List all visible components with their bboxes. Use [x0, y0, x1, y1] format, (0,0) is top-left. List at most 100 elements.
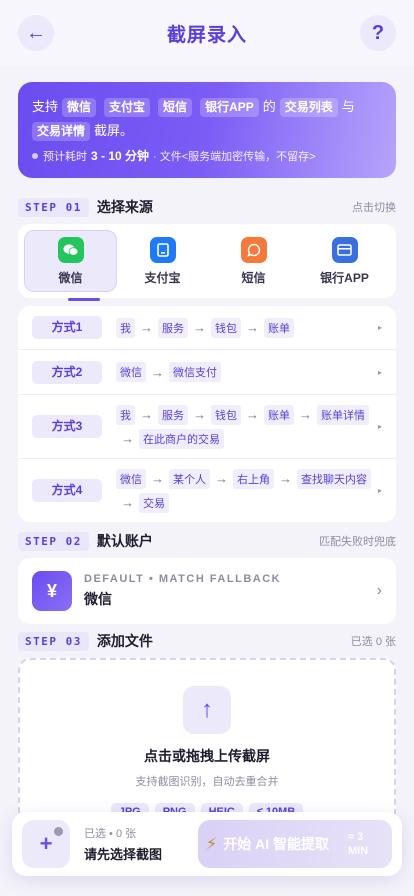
banner-text: 与 [341, 99, 355, 114]
chevron-right-icon: › [376, 582, 382, 599]
source-label: 短信 [241, 270, 266, 285]
start-label: 开始 AI 智能提取 [223, 836, 330, 852]
selection-hint: 请先选择截图 [84, 847, 163, 862]
path-step: 交易 [139, 492, 169, 513]
source-label: 支付宝 [144, 270, 181, 285]
upload-dropzone[interactable]: ↑ 点击或拖拽上传截屏 支持截图识别，自动去重合并 JPG PNG HEIC ≤… [18, 658, 396, 833]
help-button[interactable]: ? [359, 15, 396, 51]
alipay-icon [149, 236, 176, 263]
path-step: 账单 [264, 317, 294, 338]
path-step: 查找聊天内容 [297, 468, 371, 489]
path-step: 钱包 [211, 404, 241, 425]
method-path: 我 → 服务 → 钱包 → 账单 → 账单详情 → 在此商户的交易 [116, 404, 372, 449]
step-hint: 匹配失败时兜底 [319, 536, 396, 548]
arrow-right-icon: → [140, 407, 153, 422]
method-row[interactable]: 方式3 我 → 服务 → 钱包 → 账单 → 账单详情 → 在此商户的交易 ▸ [18, 395, 396, 459]
question-icon: ? [371, 21, 385, 44]
source-label: 银行APP [320, 270, 369, 285]
upload-arrow-icon: ↑ [183, 686, 231, 734]
method-path: 微信 → 微信支付 [116, 362, 372, 382]
source-bank-app[interactable]: 银行APP [299, 230, 390, 292]
step-tag: STEP 02 [18, 531, 89, 551]
method-tag: 方式3 [32, 415, 102, 438]
bank-card-icon [331, 236, 358, 263]
arrow-right-icon: → [246, 407, 259, 422]
status-dot [54, 827, 63, 836]
method-row[interactable]: 方式1 我 → 服务 → 钱包 → 账单 ▸ [18, 306, 396, 350]
plus-icon: + [39, 831, 53, 856]
eta-time: 3 - 10 分钟 [91, 149, 150, 163]
caret-right-icon: ▸ [377, 422, 382, 431]
source-alipay[interactable]: 支付宝 [117, 230, 208, 292]
bullet-icon [32, 152, 38, 159]
banner-chip: 支付宝 [104, 97, 151, 117]
add-screenshot-button[interactable]: + [22, 820, 70, 868]
caret-right-icon: ▸ [377, 323, 382, 332]
source-sms[interactable]: 短信 [208, 230, 299, 292]
eta-label: ≈ 3 MIN [348, 831, 369, 857]
source-selector: 微信 支付宝 短信 银行APP [18, 224, 396, 301]
wechat-icon [57, 236, 84, 263]
path-step: 微信支付 [169, 362, 221, 382]
start-extract-button[interactable]: ⚡ 开始 AI 智能提取 ≈ 3 MIN [198, 820, 392, 868]
method-path: 我 → 服务 → 钱包 → 账单 [116, 317, 372, 338]
app-header: ← 截屏录入 ? [0, 0, 414, 66]
banner-chip: 交易详情 [32, 121, 91, 141]
back-button[interactable]: ← [18, 15, 54, 51]
arrow-right-icon: → [193, 320, 206, 335]
default-account-card[interactable]: ¥ DEFAULT • MATCH FALLBACK 微信 › [18, 558, 396, 624]
arrow-right-icon: → [140, 320, 153, 335]
eta-prefix: 预计耗时 [43, 150, 87, 163]
step-tag: STEP 03 [18, 631, 89, 651]
path-step: 某个人 [169, 468, 210, 489]
step1-header: STEP 01 选择来源 点击切换 [0, 194, 414, 220]
arrow-right-icon: → [151, 471, 164, 486]
path-step: 在此商户的交易 [139, 428, 224, 449]
banner-text: 的 [262, 99, 276, 114]
path-step: 账单详情 [317, 404, 369, 425]
method-tag: 方式1 [32, 316, 102, 339]
source-wechat[interactable]: 微信 [24, 230, 117, 292]
upload-subtitle: 支持截图识别，自动去重合并 [135, 776, 279, 788]
method-path: 微信 → 某个人 → 右上角 → 查找聊天内容 → 交易 [116, 468, 372, 513]
path-step: 微信 [116, 468, 146, 489]
path-step: 钱包 [211, 317, 241, 338]
banner-chip: 微信 [62, 97, 97, 117]
banner-chip: 短信 [158, 97, 193, 117]
path-step: 我 [116, 317, 135, 338]
account-name: 微信 [84, 591, 112, 607]
arrow-right-icon: → [299, 407, 312, 422]
caret-right-icon: ▸ [377, 367, 382, 377]
path-step: 右上角 [233, 468, 274, 489]
arrow-right-icon: → [121, 495, 134, 510]
method-tag: 方式4 [32, 479, 102, 502]
step-hint: 已选 0 张 [350, 636, 396, 648]
arrow-right-icon: → [215, 471, 228, 486]
step3-header: STEP 03 添加文件 已选 0 张 [0, 628, 414, 654]
arrow-right-icon: → [279, 471, 292, 486]
step-title: 选择来源 [96, 199, 153, 215]
banner-chip: 交易列表 [279, 97, 338, 117]
method-row[interactable]: 方式4 微信 → 某个人 → 右上角 → 查找聊天内容 → 交易 ▸ [18, 459, 396, 522]
arrow-right-icon: → [193, 407, 206, 422]
sms-icon [240, 236, 267, 263]
path-step: 我 [116, 404, 135, 425]
method-tag: 方式2 [32, 360, 102, 384]
step-tag: STEP 01 [18, 197, 89, 217]
page-title: 截屏录入 [166, 24, 247, 46]
account-subtitle: DEFAULT • MATCH FALLBACK [84, 573, 282, 585]
method-list: 方式1 我 → 服务 → 钱包 → 账单 ▸ 方式2 微信 → 微信支付 ▸ 方式3 我… [18, 306, 396, 522]
eta-suffix: · 文件<服务端加密传输，不留存> [153, 150, 316, 163]
banner-meta: 预计耗时 3 - 10 分钟 · 文件<服务端加密传输，不留存> [32, 147, 382, 164]
arrow-right-icon: → [121, 431, 134, 446]
banner-text: 支持 [32, 99, 59, 114]
arrow-right-icon: → [246, 320, 259, 335]
lightning-icon: ⚡ [206, 836, 218, 853]
step-hint: 点击切换 [352, 202, 396, 214]
active-source-indicator [68, 298, 100, 301]
path-step: 账单 [264, 404, 294, 425]
step-title: 添加文件 [96, 633, 153, 649]
method-row[interactable]: 方式2 微信 → 微信支付 ▸ [18, 350, 396, 395]
banner-chip: 银行APP [200, 97, 259, 117]
arrow-left-icon: ← [26, 21, 46, 44]
